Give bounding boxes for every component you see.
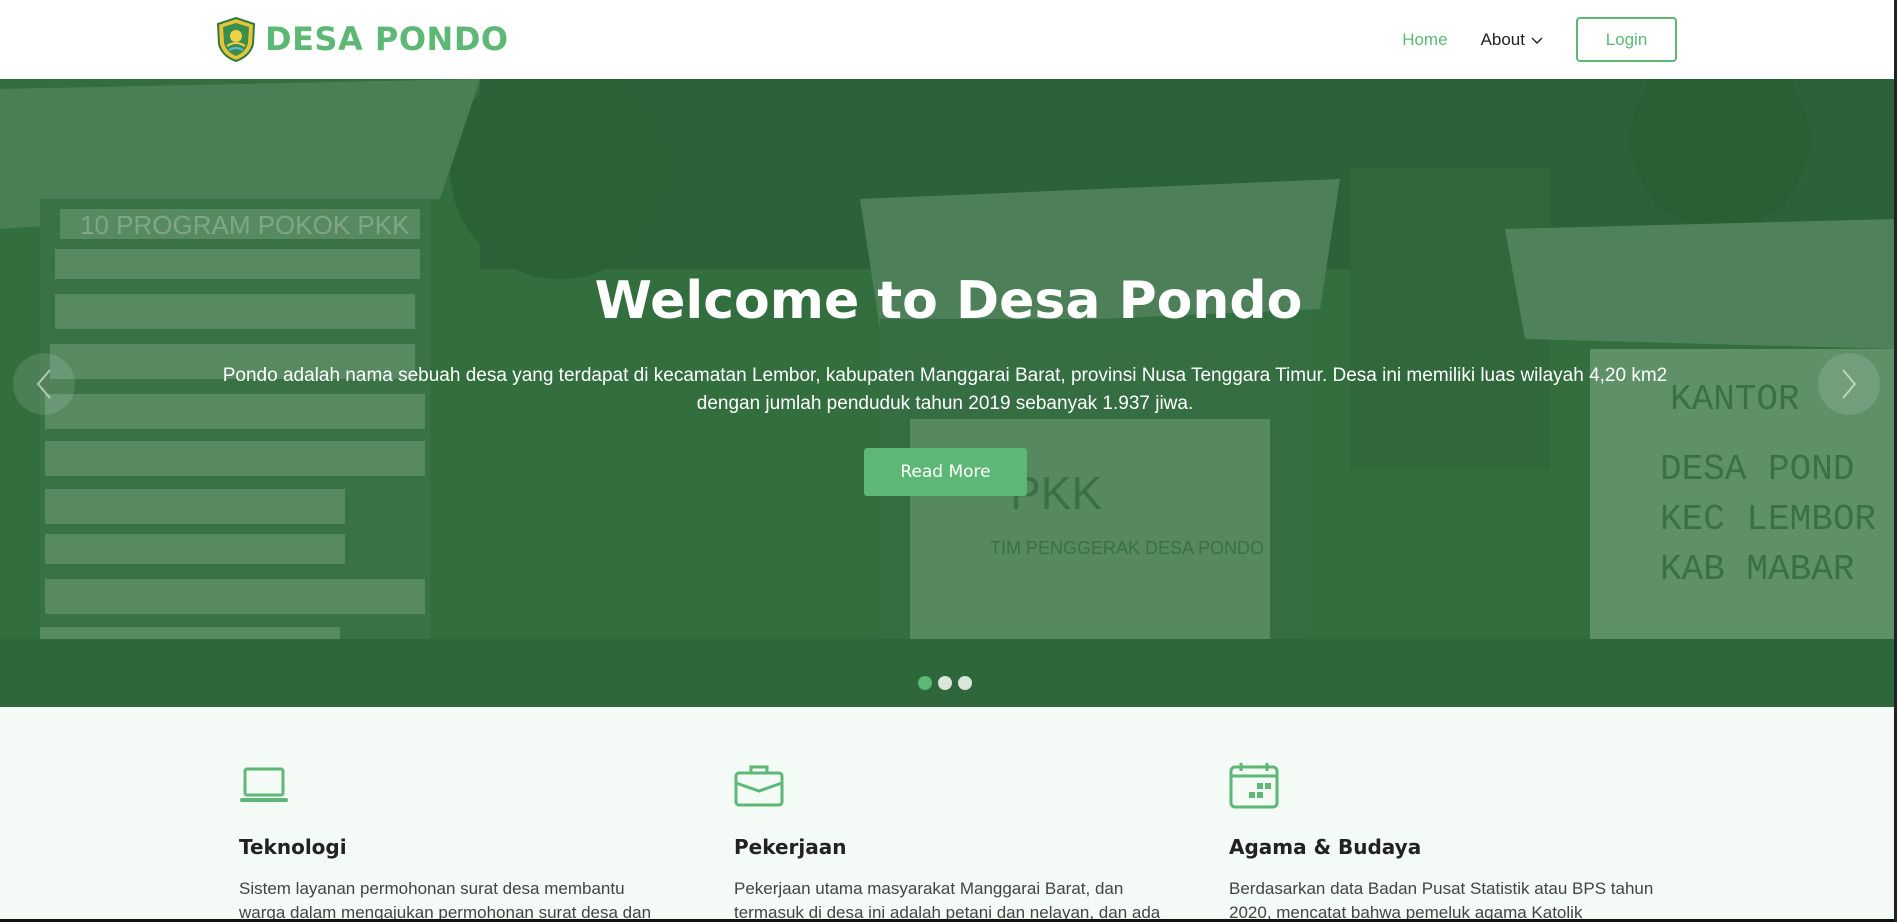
main-nav: Home About Login — [1402, 17, 1677, 62]
nav-about-label: About — [1480, 29, 1525, 49]
feature-religion-culture: Agama & Budaya Berdasarkan data Badan Pu… — [1229, 763, 1659, 922]
carousel-indicators — [918, 676, 978, 690]
nav-home[interactable]: Home — [1402, 30, 1447, 50]
feature-text: Berdasarkan data Badan Pusat Statistik a… — [1229, 879, 1654, 922]
calendar-icon — [1229, 763, 1279, 809]
briefcase-icon — [734, 765, 784, 807]
site-header: DESA PONDO Home About Login — [0, 0, 1897, 79]
login-button[interactable]: Login — [1576, 17, 1677, 62]
feature-title: Pekerjaan — [734, 835, 847, 859]
carousel-next-button[interactable] — [1818, 353, 1880, 415]
laptop-icon — [240, 767, 288, 802]
site-logo-text: DESA PONDO — [265, 20, 509, 58]
feature-title: Teknologi — [239, 835, 347, 859]
village-emblem-icon — [216, 16, 256, 62]
read-more-button[interactable]: Read More — [864, 448, 1027, 496]
nav-about[interactable]: About — [1481, 30, 1543, 50]
carousel-indicator-1[interactable] — [918, 676, 932, 690]
carousel-prev-button[interactable] — [13, 353, 75, 415]
hero-description: Pondo adalah nama sebuah desa yang terda… — [222, 365, 1668, 414]
hero-title: Welcome to Desa Pondo — [594, 271, 1303, 331]
feature-work: Pekerjaan Pekerjaan utama masyarakat Man… — [734, 763, 1164, 922]
feature-title: Agama & Budaya — [1229, 835, 1422, 859]
site-logo[interactable]: DESA PONDO — [215, 15, 509, 63]
feature-text: Pekerjaan utama masyarakat Manggarai Bar… — [734, 879, 1161, 922]
features-section: Teknologi Sistem layanan permohonan sura… — [0, 707, 1897, 922]
carousel-indicator-2[interactable] — [938, 676, 952, 690]
chevron-right-icon — [1842, 369, 1857, 399]
carousel-indicator-3[interactable] — [958, 676, 972, 690]
chevron-down-icon — [1531, 37, 1543, 44]
chevron-left-icon — [36, 369, 51, 399]
feature-technology: Teknologi Sistem layanan permohonan sura… — [239, 763, 669, 922]
feature-text: Sistem layanan permohonan surat desa mem… — [239, 879, 652, 922]
hero-carousel: 10 PROGRAM POKOK PKK PKK TIM PENGGERAK D… — [0, 79, 1897, 707]
